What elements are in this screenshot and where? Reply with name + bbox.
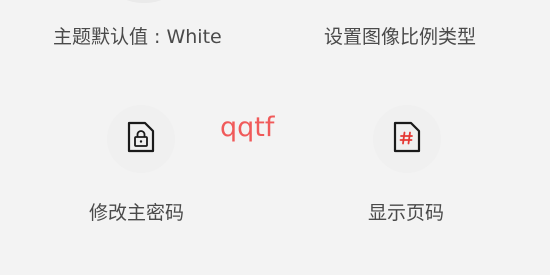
change-master-password-label[interactable]: 修改主密码 — [89, 198, 184, 225]
file-lock-icon — [126, 120, 156, 158]
partial-item-circle — [122, 0, 166, 3]
settings-grid: 主题默认值 : White 设置图像比例类型 qqtf 修改主密码 显示页码 — [0, 0, 550, 275]
file-hash-icon — [392, 120, 422, 158]
overlay-text: qqtf — [220, 112, 275, 143]
change-master-password-button[interactable] — [107, 105, 175, 173]
image-ratio-type-item[interactable]: 设置图像比例类型 — [324, 22, 476, 49]
theme-default-item[interactable]: 主题默认值 : White — [53, 22, 222, 49]
show-page-numbers-label[interactable]: 显示页码 — [368, 198, 444, 225]
show-page-numbers-button[interactable] — [373, 105, 441, 173]
